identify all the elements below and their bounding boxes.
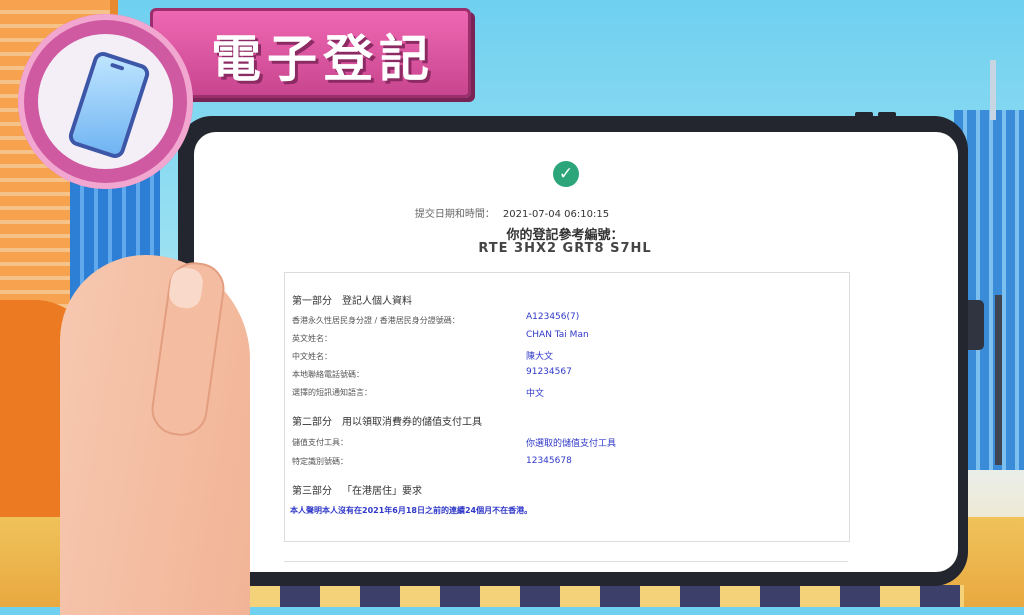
part2-row-value: 你選取的儲值支付工具 [526, 439, 617, 449]
tablet-button [855, 112, 873, 117]
submission-datetime-label: 提交日期和時間： [414, 209, 495, 220]
part1-row-value: A123456(7) [526, 312, 580, 322]
residency-declaration: 本人聲明本人沒有在2021年6月18日之前的連續24個月不在香港。 [290, 506, 533, 515]
part1-row-label: 香港永久性居民身分證 / 香港居民身分證號碼： [292, 316, 460, 325]
part1-heading: 第一部分 登記人個人資料 [292, 292, 412, 307]
part2-row-label: 儲值支付工具： [292, 438, 348, 447]
part2-row-value: 12345678 [526, 456, 572, 466]
part3-number: 第三部分 [292, 486, 332, 497]
part2-heading: 第二部分 用以領取消費券的儲值支付工具 [292, 413, 482, 428]
part1-row-label: 選擇的短訊通知語言： [292, 388, 372, 397]
smartphone-icon [66, 49, 152, 161]
part1-row-value: 陳大文 [526, 352, 554, 362]
submission-datetime: 提交日期和時間： 2021-07-04 06:10:15 [0, 205, 1024, 220]
tablet-button [878, 112, 896, 117]
title-banner: 電子登記 [150, 8, 471, 98]
check-circle-icon: ✓ [553, 161, 579, 187]
part1-row-label: 本地聯絡電話號碼： [292, 370, 364, 379]
reference-number-code: RTE 3HX2 GRT8 S7HL [478, 241, 652, 256]
part2-number: 第二部分 [292, 417, 332, 428]
traffic-light-pole-right [995, 295, 1002, 465]
part1-row-value: 中文 [526, 389, 545, 399]
smartphone-badge-inner [38, 34, 173, 169]
part1-row-label: 中文姓名： [292, 352, 332, 361]
part1-row-value: CHAN Tai Man [526, 330, 589, 340]
part1-title: 登記人個人資料 [342, 296, 412, 307]
background-crosswalk [200, 585, 964, 607]
part3-heading: 第三部分 「在港居住」要求 [292, 482, 422, 497]
part1-number: 第一部分 [292, 296, 332, 307]
banner-title: 電子登記 [211, 30, 435, 88]
submission-datetime-value: 2021-07-04 06:10:15 [502, 209, 610, 220]
part3-title: 「在港居住」要求 [342, 486, 422, 497]
background-antenna [990, 60, 996, 120]
part1-row-label: 英文姓名： [292, 334, 332, 343]
part1-row-value: 91234567 [526, 367, 572, 377]
part2-title: 用以領取消費券的儲值支付工具 [342, 417, 482, 428]
smartphone-badge [18, 14, 193, 189]
next-panel-edge [284, 561, 848, 562]
part2-row-label: 特定識別號碼： [292, 457, 348, 466]
